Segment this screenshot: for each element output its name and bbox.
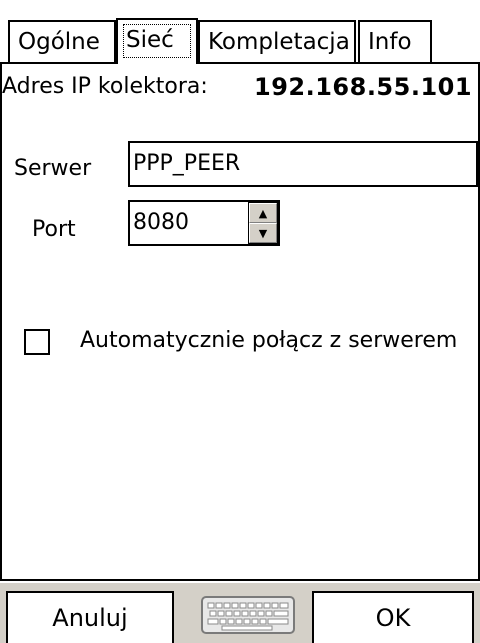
tab-label: Ogólne: [18, 29, 100, 55]
cancel-button[interactable]: Anuluj: [6, 591, 174, 643]
tab-kompletacja[interactable]: Kompletacja: [198, 20, 356, 62]
port-label: Port: [32, 217, 76, 242]
tab-focus-rect: [123, 24, 191, 58]
spin-down-icon[interactable]: ▼: [249, 223, 277, 243]
keyboard-icon[interactable]: [200, 593, 296, 637]
port-spinner[interactable]: ▲ ▼: [248, 202, 278, 244]
server-label: Serwer: [14, 156, 92, 181]
cancel-label: Anuluj: [52, 604, 128, 632]
ok-button[interactable]: OK: [312, 591, 474, 643]
ok-label: OK: [375, 604, 411, 632]
network-settings-panel: Adres IP kolektora: 192.168.55.101 Serwe…: [0, 62, 480, 581]
tab-ogolne[interactable]: Ogólne: [8, 20, 116, 62]
server-input[interactable]: PPP_PEER: [128, 141, 478, 187]
command-bar: Anuluj OK: [0, 581, 480, 643]
auto-connect-checkbox[interactable]: [24, 329, 50, 355]
tab-siec[interactable]: Sieć: [116, 18, 198, 64]
port-input-value: 8080: [133, 210, 189, 235]
tab-info[interactable]: Info: [358, 20, 432, 62]
spin-up-icon[interactable]: ▲: [249, 203, 277, 223]
ip-label: Adres IP kolektora:: [2, 74, 208, 99]
tab-label: Kompletacja: [208, 29, 350, 55]
auto-connect-label: Automatycznie połącz z serwerem: [80, 328, 458, 353]
tab-label: Info: [368, 29, 412, 55]
ip-value: 192.168.55.101: [254, 73, 473, 101]
server-input-value: PPP_PEER: [133, 151, 241, 176]
tab-strip: Ogólne Sieć Kompletacja Info: [0, 0, 480, 64]
